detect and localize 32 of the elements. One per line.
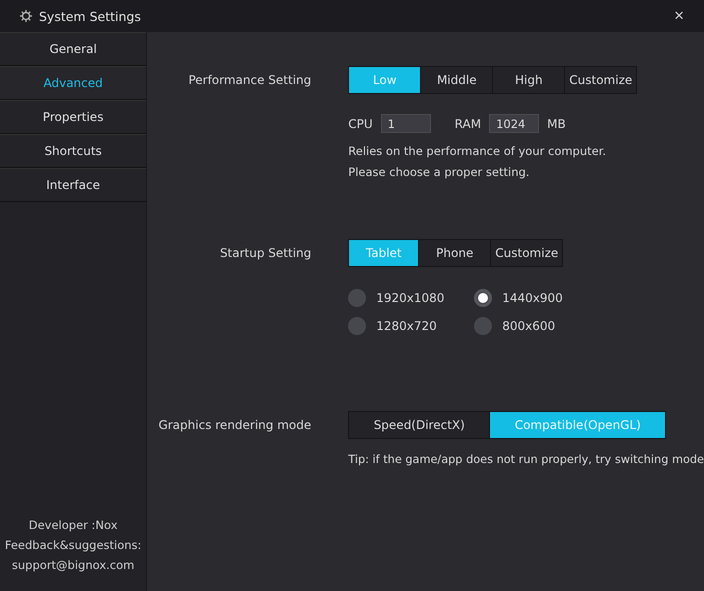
close-button[interactable]: × <box>666 6 692 26</box>
setting-label: Startup Setting <box>218 246 312 260</box>
tip-text: Tip: if the game/app does not run properly, try switching mode <box>348 453 704 466</box>
resolution-radio[interactable]: 1440x900 <box>474 289 584 307</box>
hint-text: Relies on the performance of your computer. <box>348 143 608 160</box>
sidebar-item[interactable]: Properties <box>0 100 146 134</box>
sidebar-item[interactable]: General <box>0 32 146 66</box>
unit-label: MB <box>547 116 566 130</box>
setting-label: Graphics rendering mode <box>157 418 312 432</box>
footer-text: Developer :Nox <box>28 517 118 533</box>
footer-text: support@bignox.com <box>12 557 134 573</box>
sidebar-item[interactable]: Shortcuts <box>0 134 146 168</box>
hint-text: Please choose a proper setting. <box>348 164 530 181</box>
resolution-radio[interactable]: 1920x1080 <box>348 289 474 307</box>
option-tab[interactable]: High <box>493 67 566 93</box>
option-tab[interactable]: Phone <box>419 240 492 266</box>
gear-icon <box>20 10 32 22</box>
footer-text: Feedback&suggestions: <box>4 537 142 553</box>
resolution-radio[interactable]: 800x600 <box>474 317 584 335</box>
option-tab[interactable]: Middle <box>421 67 494 93</box>
window-title: System Settings <box>39 8 142 24</box>
resolution-radio[interactable]: 1280x720 <box>348 317 474 335</box>
option-tab[interactable]: Speed(DirectX) <box>349 412 490 438</box>
ram-label: RAM <box>454 116 482 130</box>
ram-field[interactable]: 1024 <box>489 114 540 133</box>
sidebar-item[interactable]: Interface <box>0 168 146 202</box>
setting-label: Performance Setting <box>187 73 312 87</box>
option-tab[interactable]: Customize <box>565 67 636 93</box>
cpu-label: CPU <box>348 116 373 130</box>
cpu-field[interactable]: 1 <box>380 114 431 133</box>
option-tab[interactable]: Customize <box>491 240 562 266</box>
sidebar-item[interactable]: Advanced <box>0 66 146 100</box>
